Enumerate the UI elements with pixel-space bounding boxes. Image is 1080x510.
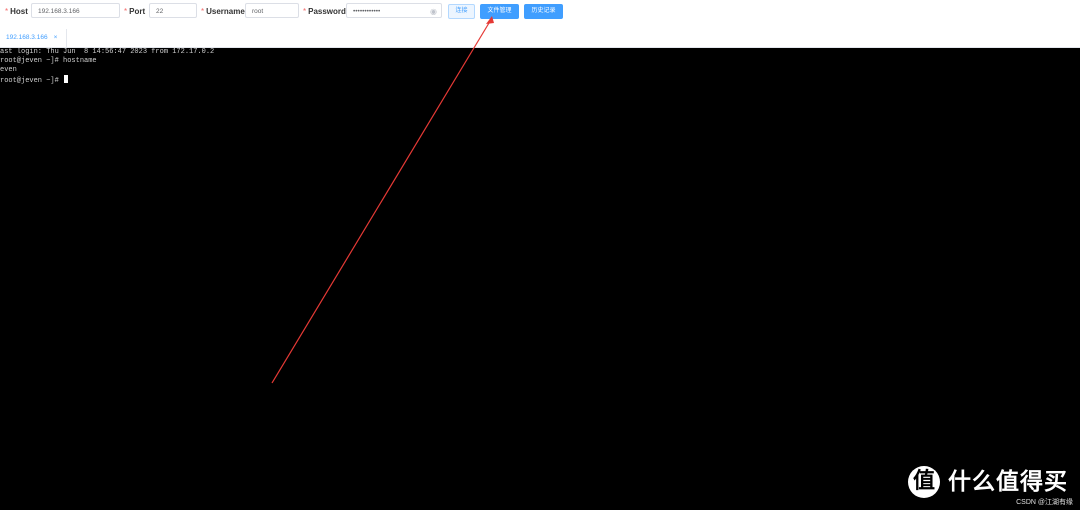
- port-label: * Port: [124, 7, 145, 16]
- terminal[interactable]: ast login: Thu Jun 8 14:56:47 2023 from …: [0, 48, 1080, 510]
- host-label-text: Host: [10, 7, 28, 16]
- connection-toolbar: * Host 192.168.3.166 * Port 22 * Username r…: [0, 0, 1080, 24]
- watermark: CSDN @江湖有缘: [1016, 499, 1073, 506]
- password-label-text: Password: [308, 7, 346, 16]
- password-label: * Password: [303, 7, 346, 16]
- tab-session[interactable]: 192.168.3.166 ×: [0, 29, 67, 47]
- terminal-prompt: root@jeven ~]#: [0, 77, 64, 85]
- logo-mark: 值: [908, 466, 940, 498]
- terminal-prompt-line: root@jeven ~]#: [0, 75, 69, 86]
- password-value: ••••••••••••: [353, 8, 381, 15]
- required-mark: *: [124, 7, 128, 16]
- terminal-line: ast login: Thu Jun 8 14:56:47 2023 from …: [0, 48, 215, 56]
- username-label-text: Username: [206, 7, 245, 16]
- session-tabs: 192.168.3.166 ×: [0, 29, 1080, 48]
- required-mark: *: [201, 7, 205, 16]
- history-button[interactable]: 历史记录: [524, 4, 563, 19]
- username-label: * Username: [201, 7, 245, 16]
- host-input[interactable]: 192.168.3.166: [31, 3, 120, 18]
- tab-label: 192.168.3.166: [6, 34, 48, 41]
- eye-icon[interactable]: ◉: [430, 4, 437, 17]
- file-manager-button[interactable]: 文件管理: [480, 4, 519, 19]
- required-mark: *: [303, 7, 307, 16]
- port-label-text: Port: [129, 7, 146, 16]
- username-input[interactable]: root: [245, 3, 299, 18]
- site-logo: 值 什么值得买: [908, 465, 1067, 499]
- required-mark: *: [5, 7, 9, 16]
- connect-button[interactable]: 连接: [448, 4, 475, 19]
- terminal-line: root@jeven ~]# hostname: [0, 57, 97, 65]
- logo-text: 什么值得买: [948, 469, 1068, 495]
- port-input[interactable]: 22: [149, 3, 197, 18]
- host-label: * Host: [5, 7, 28, 16]
- terminal-cursor: [64, 75, 69, 83]
- terminal-line: even: [0, 66, 17, 74]
- close-icon[interactable]: ×: [54, 34, 58, 41]
- password-input[interactable]: •••••••••••• ◉: [346, 3, 442, 18]
